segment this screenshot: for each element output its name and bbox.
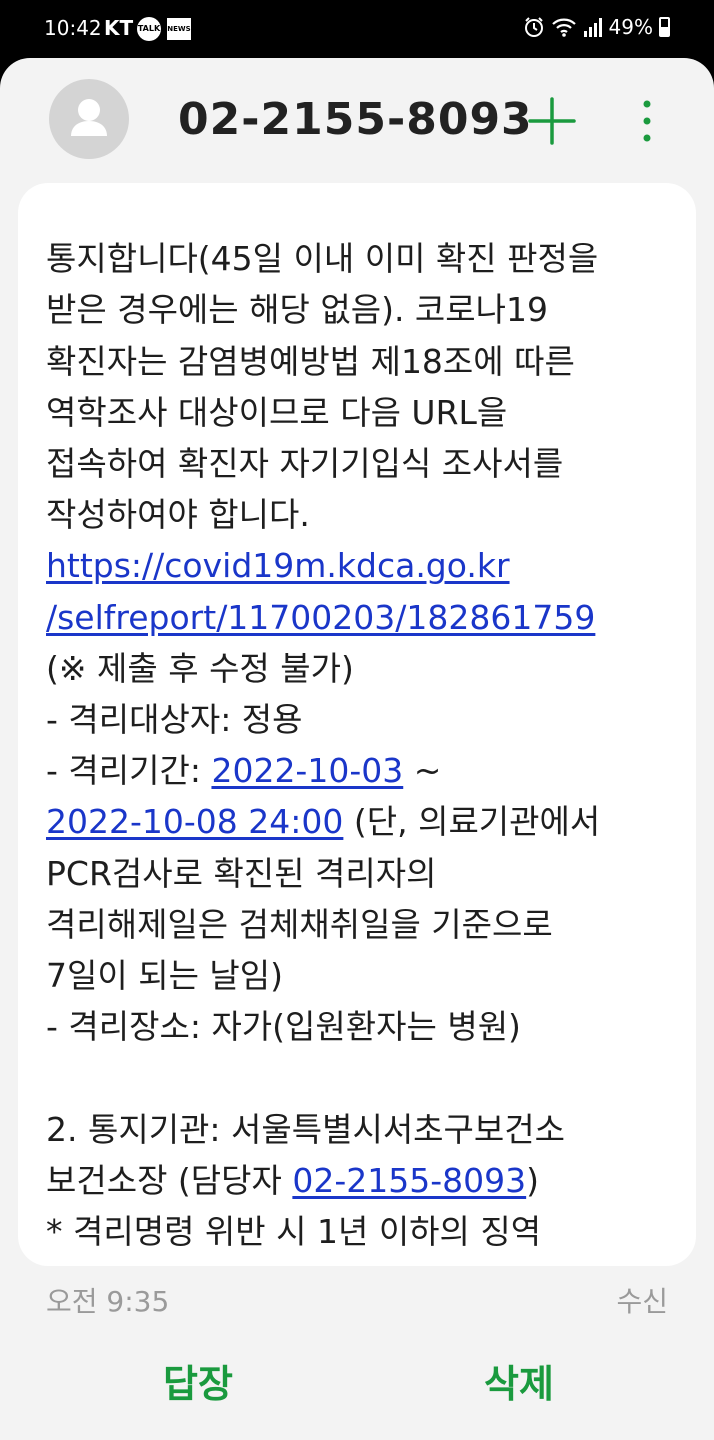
message-bubble[interactable]: 통지합니다(45일 이내 이미 확진 판정을 받은 경우에는 해당 없음). 코… (18, 183, 696, 1266)
alarm-icon (524, 17, 543, 37)
isolation-start-date-link[interactable]: 2022-10-03 (211, 751, 403, 790)
status-bar: 10:42 KT TALK NEWS 49% (0, 0, 714, 58)
add-contact-button[interactable] (527, 96, 577, 146)
isolation-end-date-link[interactable]: 2022-10-08 24:00 (46, 802, 343, 841)
status-time: 10:42 (44, 16, 102, 40)
message-text-segment: 통지합니다(45일 이내 이미 확진 판정을 받은 경우에는 해당 없음). 코… (46, 239, 599, 535)
plus-icon (528, 97, 576, 145)
delete-button[interactable]: 삭제 (484, 1353, 554, 1408)
battery-icon (659, 17, 670, 37)
message-text: 통지합니다(45일 이내 이미 확진 판정을 받은 경우에는 해당 없음). 코… (46, 183, 686, 1266)
wifi-icon (551, 18, 576, 37)
contact-title: 02-2155-8093 (178, 94, 533, 145)
battery-percent: 49% (608, 15, 653, 39)
message-status: 수신 (616, 1285, 668, 1318)
message-text-segment: ~ (413, 751, 442, 791)
contact-avatar[interactable] (49, 79, 129, 159)
signal-icon (583, 18, 602, 37)
kakaotalk-icon: TALK (137, 17, 161, 41)
status-carrier: KT (104, 16, 134, 40)
person-icon (71, 99, 107, 136)
message-timestamp: 오전 9:35 (46, 1285, 170, 1318)
more-vert-icon (643, 100, 651, 142)
reply-button[interactable]: 답장 (163, 1353, 233, 1408)
message-detail-screen: 02-2155-8093 통지합니다(45일 이내 이미 확진 판정을 받은 경… (0, 58, 714, 1440)
message-text-segment: (단, 의료기관에서 PCR검사로 확진된 격리자의 격리해제일은 검체채취일을… (46, 802, 601, 1200)
contact-phone-link[interactable]: 02-2155-8093 (292, 1161, 526, 1200)
news-icon: NEWS (167, 18, 191, 40)
selfreport-url-link[interactable]: https://covid19m.kdca.go.kr /selfreport/… (46, 546, 595, 636)
more-options-button[interactable] (632, 96, 662, 146)
status-indicators: 49% (523, 15, 670, 39)
